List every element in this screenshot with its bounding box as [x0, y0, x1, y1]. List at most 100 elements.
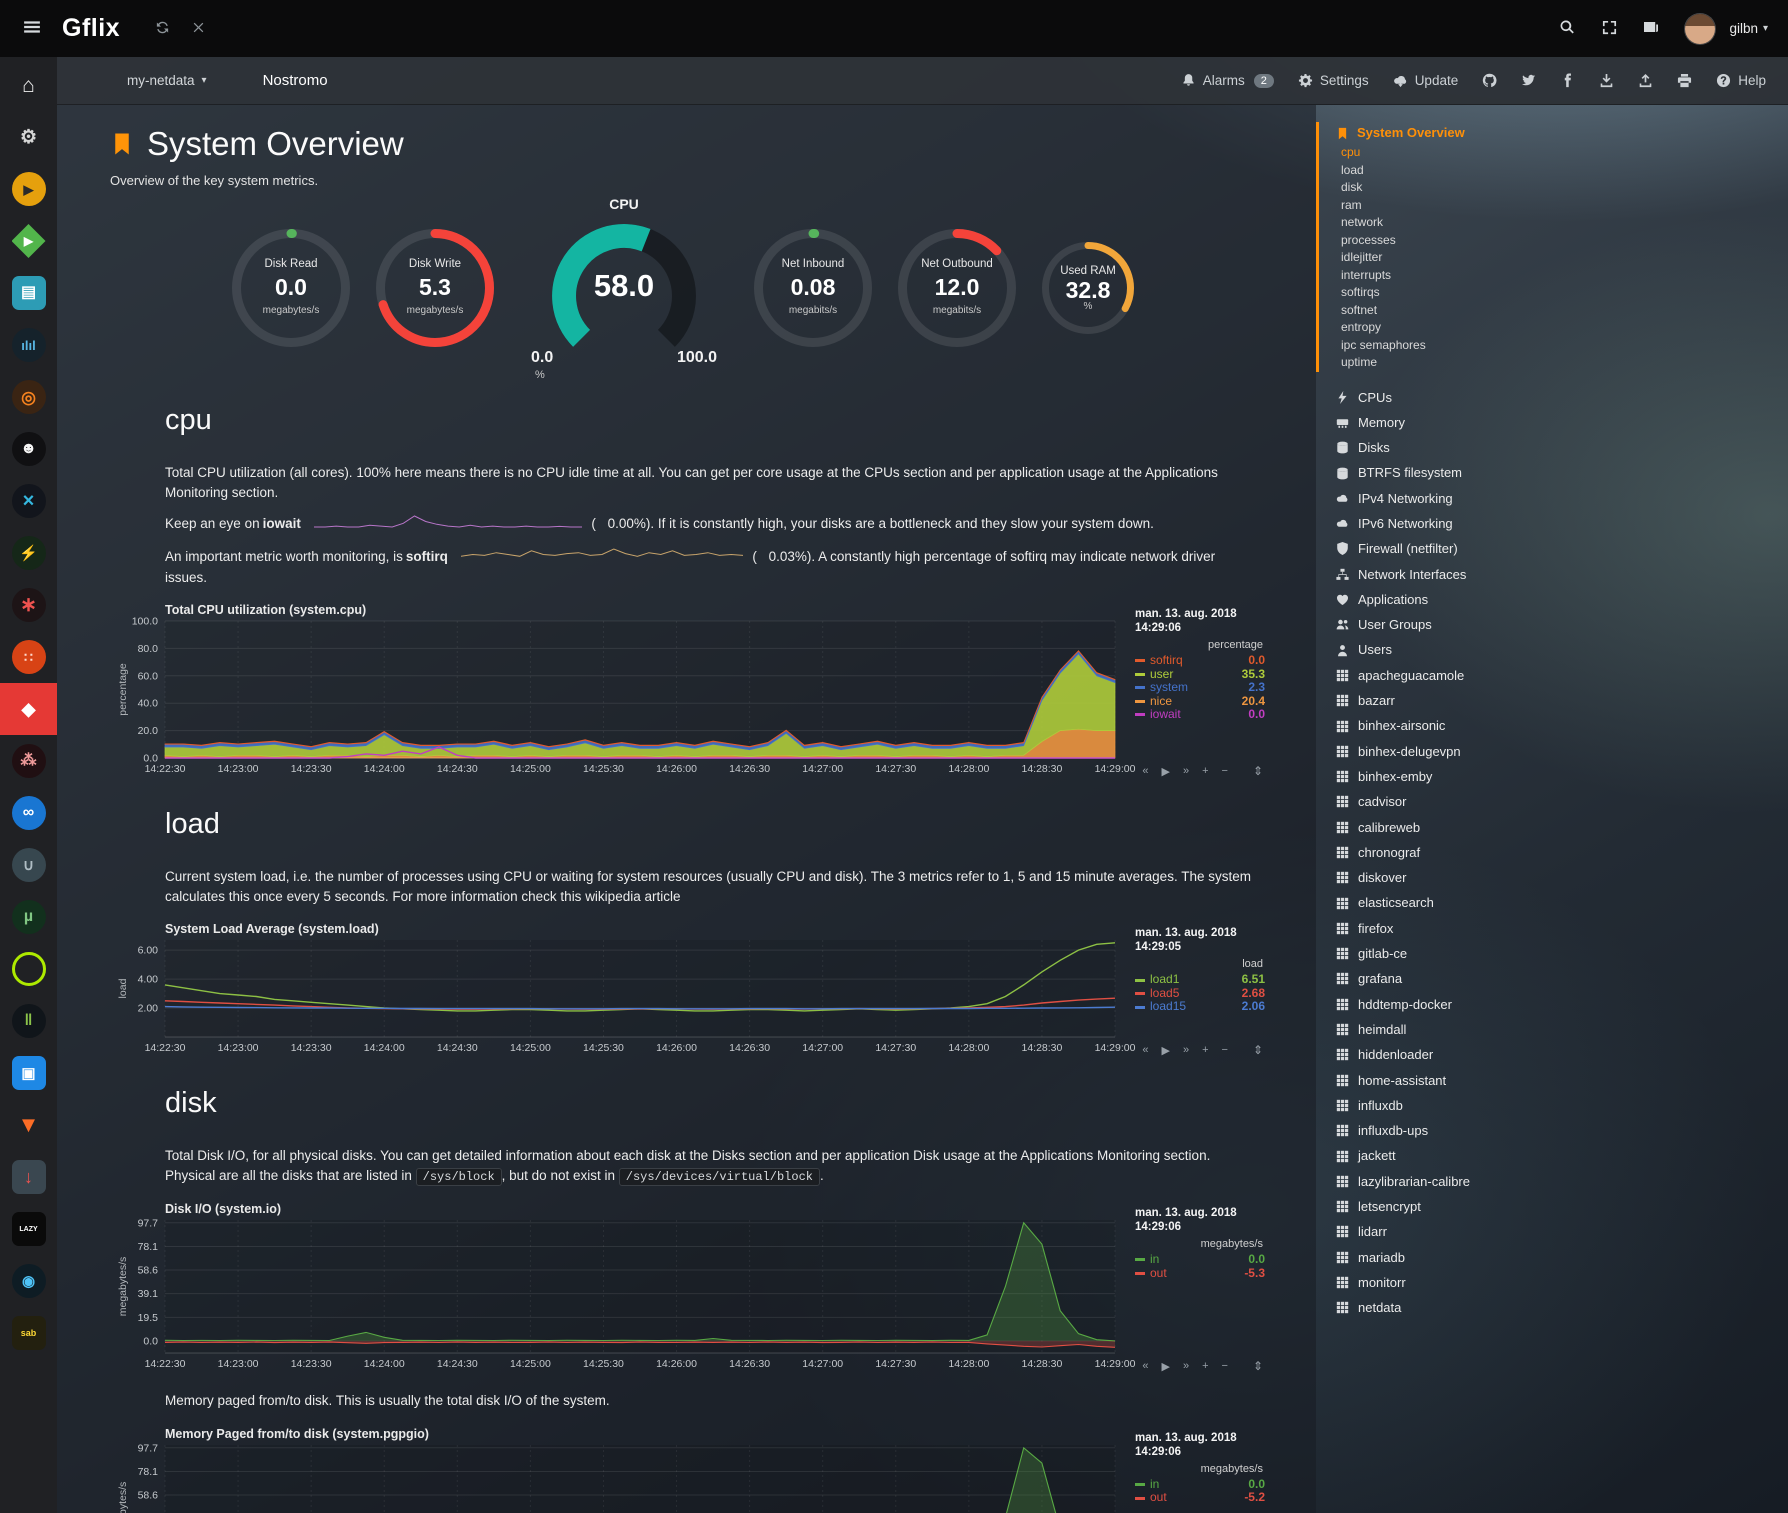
menu-sub-interrupts[interactable]: interrupts [1336, 267, 1781, 285]
menu-elasticsearch[interactable]: elasticsearch [1316, 890, 1781, 915]
nav-twitter[interactable] [1521, 73, 1536, 88]
sidebar-app-grapes-app-icon[interactable]: ⁂ [0, 735, 57, 787]
chart-canvas-load[interactable]: 14:22:3014:23:0014:23:3014:24:0014:24:30… [113, 940, 1123, 1057]
chart-resize-handle[interactable]: ⇕ [1253, 1043, 1263, 1057]
menu-influxdb[interactable]: influxdb [1316, 1093, 1781, 1118]
menu-sub-softnet[interactable]: softnet [1336, 302, 1781, 320]
nav-import[interactable] [1599, 73, 1614, 88]
nav-settings[interactable]: Settings [1298, 73, 1369, 88]
menu-cadvisor[interactable]: cadvisor [1316, 789, 1781, 814]
fullscreen-button[interactable] [1591, 11, 1627, 47]
gauge-cpu[interactable]: CPU58.00.0100.0% [519, 196, 729, 381]
chart-play-button[interactable]: ▶ [1161, 1360, 1169, 1373]
chart-pan-forwards-button[interactable]: » [1183, 1360, 1189, 1372]
search-button[interactable] [1549, 11, 1585, 47]
menu-hiddenloader[interactable]: hiddenloader [1316, 1042, 1781, 1067]
chart-zoom-in-button[interactable]: + [1202, 1044, 1208, 1056]
menu-btrfs-filesystem[interactable]: BTRFS filesystem [1316, 460, 1781, 485]
sidebar-app-u-green-app-icon[interactable]: µ [0, 891, 57, 943]
legend-item-user[interactable]: user35.3 [1135, 668, 1265, 682]
menu-system-overview[interactable]: System Overview [1336, 122, 1781, 144]
chart-pan-forwards-button[interactable]: » [1183, 1044, 1189, 1056]
sidebar-app-jackett-icon[interactable]: ◎ [0, 371, 57, 423]
nav-alarms[interactable]: Alarms2 [1181, 73, 1274, 88]
legend-item-in[interactable]: in0.0 [1135, 1478, 1265, 1492]
chart-resize-handle[interactable]: ⇕ [1253, 764, 1263, 778]
menu-chronograf[interactable]: chronograf [1316, 840, 1781, 865]
menu-applications[interactable]: Applications [1316, 587, 1781, 612]
sidebar-app-resilio-sync-icon[interactable]: ∞ [0, 787, 57, 839]
menu-sub-cpu[interactable]: cpu [1336, 144, 1781, 162]
menu-disks[interactable]: Disks [1316, 435, 1781, 460]
host-dropdown[interactable]: my-netdata ▾ [127, 73, 207, 88]
menu-ipv6-networking[interactable]: IPv6 Networking [1316, 511, 1781, 536]
menu-sub-network[interactable]: network [1336, 214, 1781, 232]
sidebar-app-lightning-app-icon[interactable]: ⚡ [0, 527, 57, 579]
menu-sub-entropy[interactable]: entropy [1336, 319, 1781, 337]
menu-user-groups[interactable]: User Groups [1316, 612, 1781, 637]
menu-network-interfaces[interactable]: Network Interfaces [1316, 562, 1781, 587]
chart-canvas-disk-io[interactable]: 14:22:3014:23:0014:23:3014:24:0014:24:30… [113, 1220, 1123, 1373]
chart-zoom-out-button[interactable]: − [1222, 1360, 1228, 1372]
chart-zoom-out-button[interactable]: − [1222, 765, 1228, 777]
menu-binhex-emby[interactable]: binhex-emby [1316, 764, 1781, 789]
chart-play-button[interactable]: ▶ [1161, 765, 1169, 778]
menu-monitorr[interactable]: monitorr [1316, 1270, 1781, 1295]
menu-binhex-delugevpn[interactable]: binhex-delugevpn [1316, 739, 1781, 764]
softirq-sparkline[interactable] [461, 547, 743, 568]
nav-export[interactable] [1638, 73, 1653, 88]
menu-bazarr[interactable]: bazarr [1316, 688, 1781, 713]
legend-item-load5[interactable]: load52.68 [1135, 987, 1265, 1001]
nav-print[interactable] [1677, 73, 1692, 88]
sidebar-app-home-icon[interactable]: ⌂ [0, 59, 57, 111]
menu-sub-processes[interactable]: processes [1336, 232, 1781, 250]
legend-item-load1[interactable]: load16.51 [1135, 973, 1265, 987]
gauge-net-outbound[interactable]: Net Outbound12.0megabits/s [897, 228, 1017, 348]
legend-item-system[interactable]: system2.3 [1135, 681, 1265, 695]
chart-play-button[interactable]: ▶ [1161, 1044, 1169, 1057]
refresh-button[interactable] [144, 11, 180, 47]
menu-ipv4-networking[interactable]: IPv4 Networking [1316, 486, 1781, 511]
menu-binhex-airsonic[interactable]: binhex-airsonic [1316, 713, 1781, 738]
gauge-used-ram[interactable]: Used RAM32.8% [1041, 241, 1135, 335]
chart-zoom-in-button[interactable]: + [1202, 765, 1208, 777]
chart-zoom-in-button[interactable]: + [1202, 1360, 1208, 1372]
chart-resize-handle[interactable]: ⇕ [1253, 1359, 1263, 1373]
menu-sub-disk[interactable]: disk [1336, 179, 1781, 197]
menu-sub-load[interactable]: load [1336, 162, 1781, 180]
menu-lidarr[interactable]: lidarr [1316, 1219, 1781, 1244]
menu-sub-uptime[interactable]: uptime [1336, 354, 1781, 372]
sidebar-app-bars-app-icon[interactable]: ‖ [0, 995, 57, 1047]
legend-item-load15[interactable]: load152.06 [1135, 1000, 1265, 1014]
iowait-sparkline[interactable] [314, 514, 582, 535]
sidebar-app-plex-icon[interactable]: ▶ [0, 163, 57, 215]
menu-lazylibrarian-calibre[interactable]: lazylibrarian-calibre [1316, 1169, 1781, 1194]
sidebar-app-u-grey-app-icon[interactable]: ∪ [0, 839, 57, 891]
menu-gitlab-ce[interactable]: gitlab-ce [1316, 941, 1781, 966]
nav-update[interactable]: Update [1393, 73, 1459, 88]
menu-users[interactable]: Users [1316, 637, 1781, 662]
chart-canvas-pgpgio[interactable]: 14:22:3014:23:0014:23:3014:24:0014:24:30… [113, 1445, 1123, 1513]
sidebar-app-gitlab-icon[interactable]: ▼ [0, 1099, 57, 1151]
legend-item-out[interactable]: out-5.3 [1135, 1267, 1265, 1281]
nav-github[interactable] [1482, 73, 1497, 88]
legend-item-iowait[interactable]: iowait0.0 [1135, 708, 1265, 722]
legend-item-in[interactable]: in0.0 [1135, 1253, 1265, 1267]
menu-hddtemp-docker[interactable]: hddtemp-docker [1316, 992, 1781, 1017]
menu-jackett[interactable]: jackett [1316, 1143, 1781, 1168]
chart-pan-forwards-button[interactable]: » [1183, 765, 1189, 777]
nav-facebook[interactable] [1560, 73, 1575, 88]
menu-sub-ram[interactable]: ram [1336, 197, 1781, 215]
menu-letsencrypt[interactable]: letsencrypt [1316, 1194, 1781, 1219]
user-avatar[interactable] [1685, 14, 1715, 44]
sidebar-app-cutter-app-icon[interactable]: ∗ [0, 579, 57, 631]
menu-grafana[interactable]: grafana [1316, 966, 1781, 991]
menu-influxdb-ups[interactable]: influxdb-ups [1316, 1118, 1781, 1143]
menu-firewall-netfilter[interactable]: Firewall (netfilter) [1316, 536, 1781, 561]
gauge-disk-write[interactable]: Disk Write5.3megabytes/s [375, 228, 495, 348]
menu-cpus[interactable]: CPUs [1316, 385, 1781, 410]
news-button[interactable] [1633, 11, 1669, 47]
menu-calibreweb[interactable]: calibreweb [1316, 815, 1781, 840]
legend-item-out[interactable]: out-5.2 [1135, 1491, 1265, 1505]
legend-item-softirq[interactable]: softirq0.0 [1135, 654, 1265, 668]
